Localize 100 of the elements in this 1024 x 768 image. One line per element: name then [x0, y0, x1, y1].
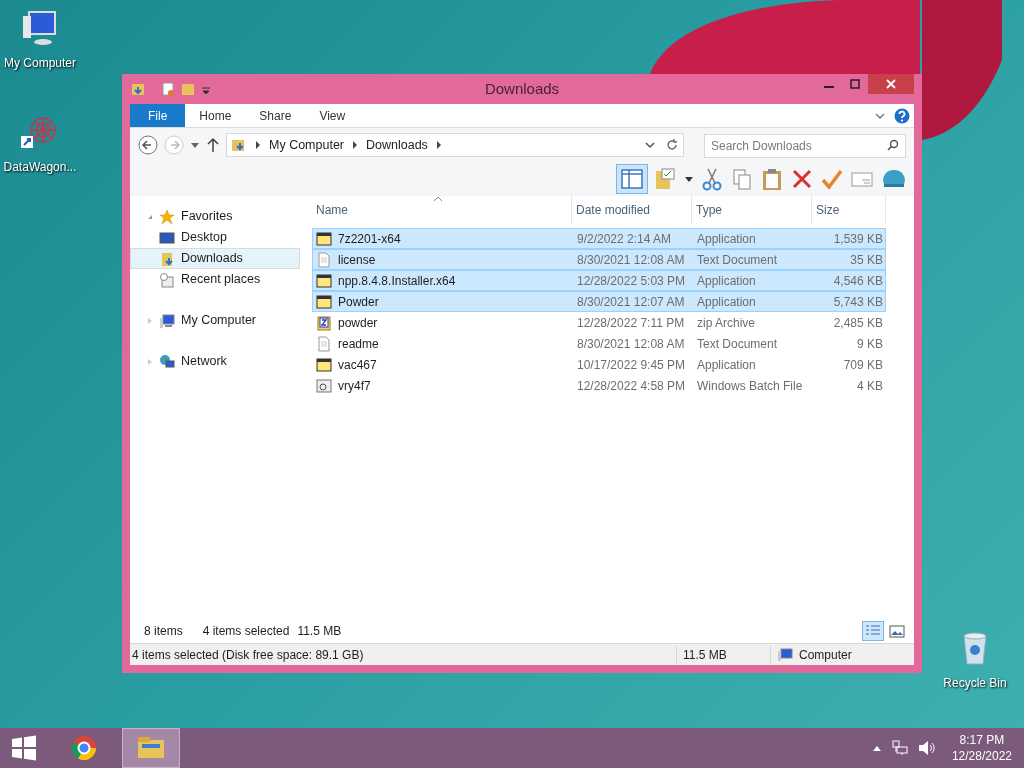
application-icon — [316, 356, 332, 373]
folder-icon — [130, 81, 146, 97]
forward-icon — [164, 135, 184, 155]
ribbon-tab[interactable]: Home — [185, 104, 246, 127]
up-arrow-icon — [206, 137, 220, 153]
file-size: 2,485 KB — [832, 314, 883, 332]
status-message: 4 items selected (Disk free space: 89.1 GB) — [131, 646, 365, 664]
explorer-taskbar-button[interactable] — [122, 728, 180, 768]
search-field[interactable]: Search Downloads — [704, 134, 906, 158]
ribbon-tab[interactable]: Share — [245, 104, 306, 127]
nav-item[interactable]: Downloads — [130, 248, 300, 269]
zip-archive-icon — [316, 314, 332, 331]
network-icon — [159, 353, 175, 370]
file-type: Windows Batch File — [696, 377, 804, 395]
status-location: Computer — [799, 646, 852, 664]
preview-pane-icon — [621, 169, 643, 189]
selection-size: 11.5 MB — [297, 623, 342, 640]
clock-time: 8:17 PM — [959, 732, 1005, 748]
close-button[interactable] — [868, 74, 914, 94]
address-bar[interactable]: My Computer Downloads — [226, 133, 684, 157]
file-size: 4,546 KB — [832, 272, 883, 290]
volume-icon — [917, 740, 936, 756]
caret-icon — [684, 174, 694, 184]
preview-pane-button[interactable] — [616, 164, 648, 194]
breadcrumb-link[interactable]: Downloads — [366, 135, 428, 155]
close-icon — [886, 79, 896, 89]
computer-icon — [159, 312, 175, 329]
nav-item[interactable]: Recent places — [130, 269, 300, 290]
nav-item[interactable]: Desktop — [130, 227, 300, 248]
date-modified: 9/2/2022 2:14 AM — [576, 230, 673, 248]
file-size: 5,743 KB — [832, 293, 883, 311]
copy-icon — [730, 167, 754, 191]
file-row[interactable]: Powder 8/30/2021 12:07 AM Application 5,743 KB — [312, 291, 886, 312]
file-row[interactable]: readme 8/30/2021 12:08 AM Text Document 9 KB — [312, 333, 886, 354]
file-type: Application — [696, 356, 757, 374]
file-type: Text Document — [696, 251, 779, 269]
clock-date: 12/28/2022 — [951, 748, 1012, 764]
search-icon — [887, 139, 899, 151]
folder-icon — [231, 137, 247, 153]
file-name: 7z2201-x64 — [338, 230, 401, 248]
file-row[interactable]: npp.8.4.8.Installer.x64 12/28/2022 5:03 PM Application 4,546 KB — [312, 270, 886, 291]
date-modified: 12/28/2022 4:58 PM — [576, 377, 687, 395]
help-icon — [894, 107, 910, 124]
date-modified: 8/30/2021 12:08 AM — [576, 251, 686, 269]
selection-count: 4 items selected — [202, 623, 290, 640]
file-type: Application — [696, 272, 757, 290]
text-file-icon — [316, 335, 332, 352]
network-icon — [891, 740, 908, 756]
paste-icon — [760, 167, 784, 191]
nav-item[interactable]: Favorites — [130, 206, 300, 227]
file-row[interactable]: license 8/30/2021 12:08 AM Text Document 35 KB — [312, 249, 886, 270]
file-row[interactable]: powder 12/28/2022 7:11 PM zip Archive 2,485 KB — [312, 312, 886, 333]
downloads-icon — [159, 250, 175, 267]
delete-icon — [790, 167, 814, 191]
folder-options-icon — [654, 167, 678, 191]
file-row[interactable]: vac467 10/17/2022 9:45 PM Application 709 KB — [312, 354, 886, 375]
column-header[interactable]: Name — [312, 196, 572, 224]
file-name: Powder — [338, 293, 379, 311]
computer-icon — [777, 647, 793, 662]
file-type: Text Document — [696, 335, 779, 353]
file-row[interactable]: 7z2201-x64 9/2/2022 2:14 AM Application 1,539 KB — [312, 228, 886, 249]
desktop-icon — [159, 229, 175, 246]
nav-item[interactable]: My Computer — [130, 310, 300, 331]
ribbon-tab[interactable]: View — [305, 104, 360, 127]
file-type: Application — [696, 293, 757, 311]
back-icon — [138, 135, 158, 155]
breadcrumb-link[interactable]: My Computer — [269, 135, 345, 155]
application-icon — [316, 272, 332, 289]
cut-icon — [700, 167, 724, 191]
date-modified: 8/30/2021 12:08 AM — [576, 335, 686, 353]
date-modified: 10/17/2022 9:45 PM — [576, 356, 687, 374]
window-title: Downloads — [483, 78, 561, 99]
file-type: Application — [696, 230, 757, 248]
file-size: 709 KB — [842, 356, 883, 374]
column-header[interactable]: Size — [812, 196, 886, 224]
batch-file-icon — [316, 377, 332, 394]
nav-item[interactable]: Network — [130, 351, 300, 372]
status-size: 11.5 MB — [676, 645, 770, 664]
date-modified: 12/28/2022 5:03 PM — [576, 272, 687, 290]
desktop-icon-label[interactable]: My Computer — [4, 54, 76, 72]
checkmark-icon — [820, 167, 844, 191]
minimize-icon — [824, 86, 834, 88]
star-icon — [159, 208, 175, 225]
desktop-icon-label[interactable]: DataWagon... — [3, 158, 77, 176]
item-count: 8 items — [144, 623, 183, 640]
recent-locations-caret-icon — [190, 140, 200, 150]
date-modified: 8/30/2021 12:07 AM — [576, 293, 686, 311]
chevron-right-icon — [435, 141, 442, 149]
maximize-icon — [850, 79, 860, 89]
file-name: vac467 — [338, 356, 377, 374]
dropdown-caret-icon — [645, 141, 655, 149]
file-size: 35 KB — [849, 251, 883, 269]
properties-icon — [160, 81, 176, 97]
column-header[interactable]: Date modified — [572, 196, 692, 224]
file-row[interactable]: vry4f7 12/28/2022 4:58 PM Windows Batch File 4 KB — [312, 375, 886, 396]
application-icon — [316, 293, 332, 310]
column-header[interactable]: Type — [692, 196, 812, 224]
show-hidden-icons-icon — [871, 744, 882, 752]
file-tab[interactable]: File — [130, 104, 186, 127]
application-icon — [316, 230, 332, 247]
